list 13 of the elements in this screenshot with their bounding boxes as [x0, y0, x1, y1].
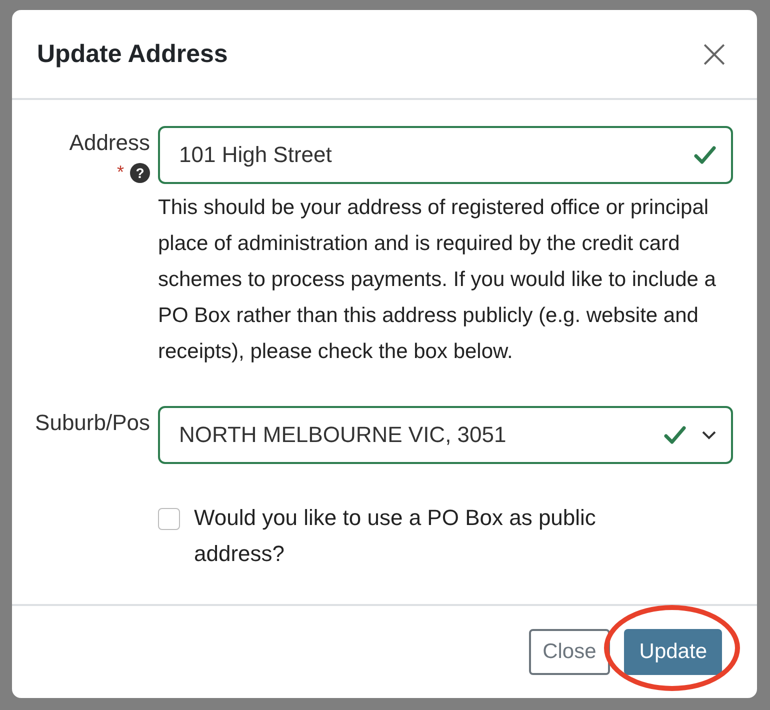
field-label: Address: [69, 130, 150, 156]
checkbox[interactable]: [158, 508, 180, 530]
help-icon[interactable]: ?: [130, 162, 150, 182]
field-label: Suburb/Pos: [35, 410, 150, 436]
required-mark: *: [116, 162, 124, 183]
checkbox-label: Would you like to use a PO Box as public address?: [194, 504, 597, 568]
address-field[interactable]: 101 High Street: [158, 126, 733, 184]
chevron-icon: [701, 430, 717, 440]
dialog-title: Update Address: [37, 40, 228, 68]
help-text: This should be your address of registered office or principal place of administration and is required by the credit card schemes to process payments. If you would like to include a PO Box rather than this address publicly (e.g. website and receipts), please check the box below.: [158, 195, 717, 365]
suburb-select[interactable]: NORTH MELBOURNE VIC, 3051: [158, 406, 733, 464]
update-button[interactable]: Update: [624, 629, 722, 675]
close-button[interactable]: Close: [528, 629, 610, 675]
